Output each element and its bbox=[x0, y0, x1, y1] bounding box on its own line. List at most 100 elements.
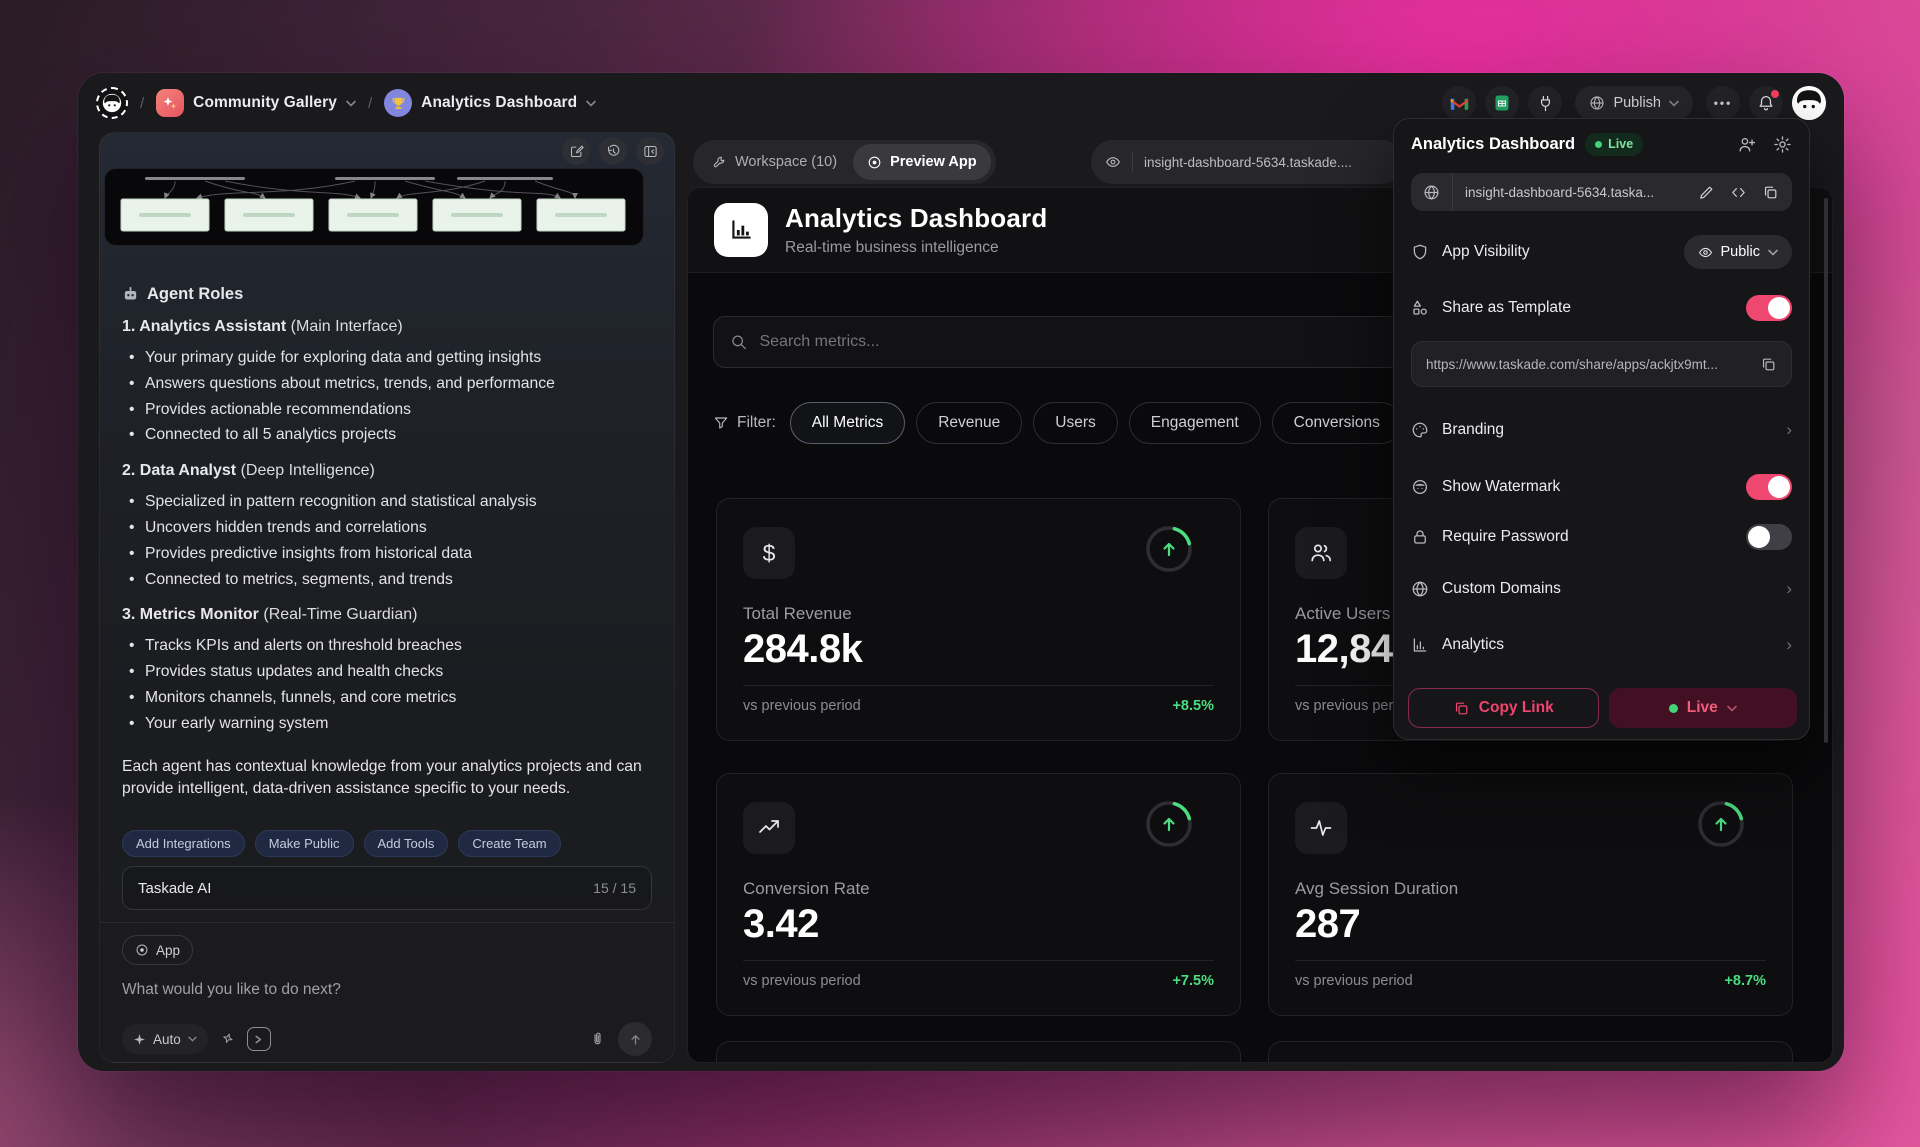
popover-title: Analytics Dashboard bbox=[1411, 135, 1575, 154]
trophy-icon bbox=[384, 89, 412, 117]
share-as-template-toggle[interactable] bbox=[1746, 295, 1792, 321]
row-label: Require Password bbox=[1442, 528, 1733, 546]
workflow-diagram[interactable] bbox=[104, 168, 644, 246]
filter-all-metrics[interactable]: All Metrics bbox=[790, 402, 905, 444]
bullet-item: Connected to metrics, segments, and tren… bbox=[122, 567, 650, 593]
row-label: Share as Template bbox=[1442, 299, 1733, 317]
workspace-avatar[interactable] bbox=[96, 87, 128, 119]
visibility-select[interactable]: Public bbox=[1684, 235, 1793, 269]
plugin-button[interactable] bbox=[1528, 86, 1562, 120]
tab-label: Preview App bbox=[890, 154, 977, 170]
require-password-toggle[interactable] bbox=[1746, 524, 1792, 550]
mode-selector[interactable]: Auto bbox=[122, 1024, 208, 1054]
live-status-button[interactable]: Live bbox=[1609, 688, 1798, 728]
composer-input[interactable]: What would you like to do next? bbox=[122, 981, 341, 999]
bullet-item: Tracks KPIs and alerts on threshold brea… bbox=[122, 633, 650, 659]
bullet-item: Your early warning system bbox=[122, 711, 650, 737]
agent-name-field[interactable]: Taskade AI 15 / 15 bbox=[122, 866, 652, 910]
app-subtitle: Real-time business intelligence bbox=[785, 239, 1047, 257]
send-button[interactable] bbox=[618, 1022, 652, 1056]
row-label: Branding bbox=[1442, 421, 1773, 439]
terminal-button[interactable] bbox=[247, 1027, 271, 1051]
context-app-pill[interactable]: App bbox=[122, 935, 193, 965]
eye-icon bbox=[1105, 154, 1121, 170]
heading-label: Agent Roles bbox=[147, 285, 243, 304]
publish-button[interactable]: Publish bbox=[1575, 86, 1693, 120]
activity-icon bbox=[1295, 802, 1347, 854]
tab-workspace[interactable]: Workspace (10) bbox=[698, 144, 851, 180]
branding-row[interactable]: Branding › bbox=[1411, 412, 1792, 448]
sparkles-icon bbox=[133, 1033, 146, 1046]
breadcrumb-community-gallery[interactable]: Community Gallery bbox=[156, 89, 356, 117]
copy-icon[interactable] bbox=[1760, 356, 1777, 373]
template-url-text: https://www.taskade.com/share/apps/ackjt… bbox=[1426, 357, 1750, 372]
template-link-box[interactable]: https://www.taskade.com/share/apps/ackjt… bbox=[1411, 341, 1792, 387]
more-options-button[interactable]: ••• bbox=[1706, 86, 1740, 120]
filter-row: Filter: All Metrics Revenue Users Engage… bbox=[713, 402, 1402, 444]
divider bbox=[743, 685, 1214, 686]
show-watermark-toggle[interactable] bbox=[1746, 474, 1792, 500]
chip-make-public[interactable]: Make Public bbox=[255, 830, 354, 857]
users-icon bbox=[1295, 527, 1347, 579]
filter-users[interactable]: Users bbox=[1033, 402, 1117, 444]
invite-user-icon[interactable] bbox=[1737, 135, 1756, 154]
filter-conversions[interactable]: Conversions bbox=[1272, 402, 1402, 444]
analytics-row[interactable]: Analytics › bbox=[1411, 627, 1792, 663]
google-sheets-integration-button[interactable] bbox=[1485, 86, 1519, 120]
bar-chart-icon bbox=[1411, 636, 1429, 654]
collapse-panel-button[interactable] bbox=[636, 137, 664, 165]
live-button-label: Live bbox=[1687, 699, 1718, 717]
share-popover: Analytics Dashboard Live insight-dashboa… bbox=[1393, 118, 1810, 740]
show-watermark-row: Show Watermark bbox=[1411, 469, 1792, 505]
history-button[interactable] bbox=[599, 137, 627, 165]
app-window: / Community Gallery / Analytics Dashboar… bbox=[78, 73, 1844, 1071]
metric-delta: +8.5% bbox=[1172, 698, 1214, 714]
metric-card-avg-session-duration[interactable]: Avg Session Duration 287 vs previous per… bbox=[1268, 773, 1793, 1016]
preview-address-bar[interactable]: insight-dashboard-5634.taskade.... bbox=[1091, 140, 1403, 184]
bullet-item: Provides predictive insights from histor… bbox=[122, 541, 650, 567]
app-url-row[interactable]: insight-dashboard-5634.taska... bbox=[1411, 173, 1792, 211]
paperclip-icon[interactable] bbox=[589, 1031, 606, 1048]
chevron-down-icon[interactable] bbox=[346, 100, 356, 107]
custom-domains-row[interactable]: Custom Domains › bbox=[1411, 571, 1792, 607]
bullet-item: Your primary guide for exploring data an… bbox=[122, 345, 650, 371]
chip-create-team[interactable]: Create Team bbox=[458, 830, 560, 857]
preview-tab-group: Workspace (10) Preview App bbox=[693, 140, 996, 184]
row-label: Analytics bbox=[1442, 636, 1773, 654]
metric-label: Active Users bbox=[1295, 604, 1390, 624]
app-visibility-row: App Visibility Public bbox=[1411, 234, 1792, 270]
chip-add-integrations[interactable]: Add Integrations bbox=[122, 830, 245, 857]
copy-link-label: Copy Link bbox=[1479, 699, 1554, 717]
row-label: Show Watermark bbox=[1442, 478, 1733, 496]
live-status-badge: Live bbox=[1585, 133, 1643, 156]
embed-code-icon[interactable] bbox=[1730, 184, 1747, 201]
tab-preview-app[interactable]: Preview App bbox=[853, 144, 991, 180]
wand-icon[interactable] bbox=[220, 1032, 235, 1047]
edit-button[interactable] bbox=[562, 137, 590, 165]
chip-add-tools[interactable]: Add Tools bbox=[364, 830, 449, 857]
metric-card-conversion-rate[interactable]: Conversion Rate 3.42 vs previous period … bbox=[716, 773, 1241, 1016]
user-avatar[interactable] bbox=[1792, 86, 1826, 120]
gmail-integration-button[interactable] bbox=[1442, 86, 1476, 120]
publish-label: Publish bbox=[1613, 95, 1661, 111]
filter-revenue[interactable]: Revenue bbox=[916, 402, 1022, 444]
gear-icon[interactable] bbox=[1773, 135, 1792, 154]
edit-url-icon[interactable] bbox=[1698, 184, 1715, 201]
filter-label: Filter: bbox=[713, 414, 776, 432]
agent-usage-counter: 15 / 15 bbox=[593, 880, 636, 896]
metric-card-total-revenue[interactable]: $ Total Revenue 284.8k vs previous perio… bbox=[716, 498, 1241, 741]
copy-link-button[interactable]: Copy Link bbox=[1408, 688, 1599, 728]
chevron-down-icon[interactable] bbox=[586, 100, 596, 107]
divider bbox=[1295, 960, 1766, 961]
section-bullets: Specialized in pattern recognition and s… bbox=[122, 489, 650, 592]
notifications-button[interactable] bbox=[1749, 86, 1783, 120]
filter-engagement[interactable]: Engagement bbox=[1129, 402, 1261, 444]
visibility-value: Public bbox=[1721, 244, 1761, 260]
breadcrumb-analytics-dashboard[interactable]: Analytics Dashboard bbox=[384, 89, 596, 117]
copy-icon[interactable] bbox=[1762, 184, 1779, 201]
ellipsis-icon: ••• bbox=[1714, 96, 1733, 110]
plug-icon bbox=[1537, 95, 1554, 112]
palette-icon bbox=[1411, 421, 1429, 439]
bullet-item: Provides actionable recommendations bbox=[122, 397, 650, 423]
preview-scrollbar[interactable] bbox=[1824, 198, 1828, 743]
